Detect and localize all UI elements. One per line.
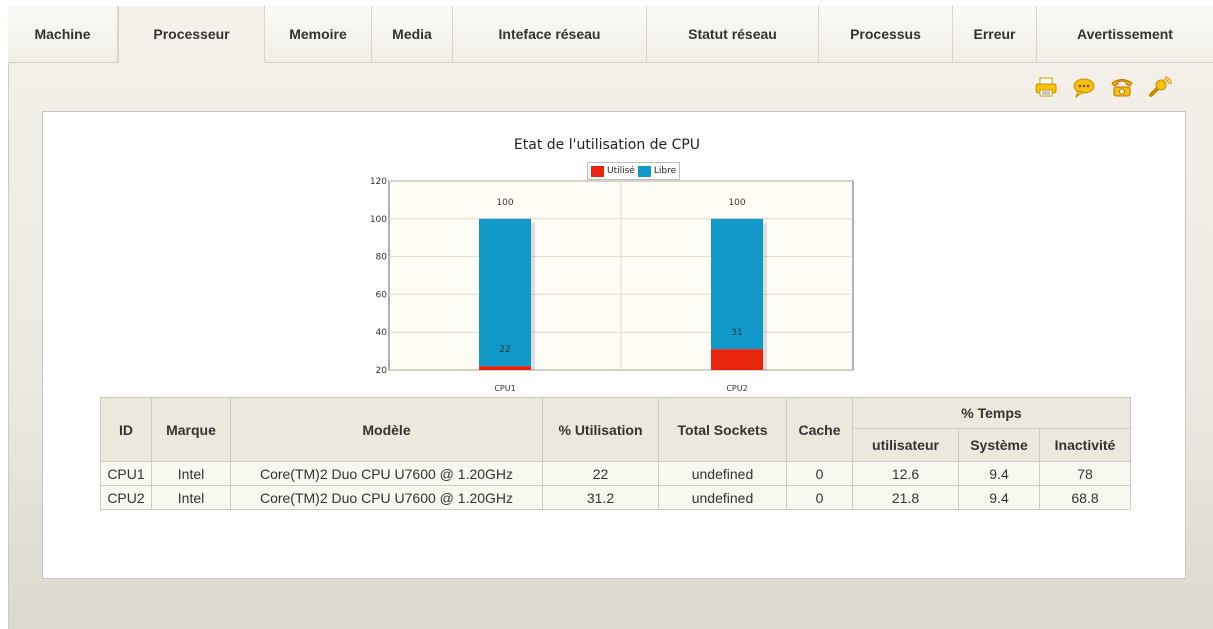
y-tick-label: 120: [370, 177, 387, 187]
x-tick-label: CPU1: [494, 384, 515, 393]
cpu-usage-chart: 20 40 60 80 100 120 100 22 CPU1 100 31 CPU2: [370, 177, 854, 393]
cell-inactivite: 78: [1039, 461, 1131, 486]
bar-utilise: [711, 349, 763, 370]
y-tick-label: 60: [376, 290, 388, 300]
col-marque: Marque: [151, 397, 231, 462]
data-label-utilise: 22: [499, 345, 510, 355]
col-sockets: Total Sockets: [658, 397, 787, 462]
cell-id: CPU2: [100, 485, 152, 510]
y-tick-label: 20: [376, 366, 388, 376]
cell-sockets: undefined: [658, 461, 787, 486]
cell-cache: 0: [786, 485, 853, 510]
cell-utilisation: 22: [542, 461, 659, 486]
y-tick-label: 40: [376, 328, 388, 338]
cell-modele: Core(TM)2 Duo CPU U7600 @ 1.20GHz: [230, 485, 543, 510]
col-inactivite: Inactivité: [1039, 428, 1131, 462]
col-temps: % Temps: [852, 397, 1131, 429]
cpu-table: ID Marque Modèle % Utilisation Total Soc…: [100, 397, 1131, 510]
col-utilisation: % Utilisation: [542, 397, 659, 462]
cell-marque: Intel: [151, 461, 231, 486]
cell-utilisateur: 12.6: [852, 461, 959, 486]
x-tick-label: CPU2: [726, 384, 747, 393]
data-label-libre: 100: [728, 198, 745, 208]
bar-utilise: [479, 366, 531, 370]
cell-marque: Intel: [151, 485, 231, 510]
cell-utilisateur: 21.8: [852, 485, 959, 510]
cell-inactivite: 68.8: [1039, 485, 1131, 510]
cell-sockets: undefined: [658, 485, 787, 510]
data-label-utilise: 31: [731, 328, 742, 338]
y-tick-label: 80: [376, 253, 388, 263]
col-systeme: Système: [958, 428, 1040, 462]
cell-systeme: 9.4: [958, 485, 1040, 510]
table-row: CPU2 Intel Core(TM)2 Duo CPU U7600 @ 1.2…: [100, 485, 1131, 510]
col-utilisateur: utilisateur: [852, 428, 959, 462]
cell-modele: Core(TM)2 Duo CPU U7600 @ 1.20GHz: [230, 461, 543, 486]
col-cache: Cache: [786, 397, 853, 462]
bar-libre: [479, 218, 531, 367]
col-modele: Modèle: [230, 397, 543, 462]
cell-systeme: 9.4: [958, 461, 1040, 486]
cell-utilisation: 31.2: [542, 485, 659, 510]
y-tick-label: 100: [370, 215, 387, 225]
cell-id: CPU1: [100, 461, 152, 486]
data-label-libre: 100: [496, 198, 513, 208]
cell-cache: 0: [786, 461, 853, 486]
col-id: ID: [100, 397, 152, 462]
table-row: CPU1 Intel Core(TM)2 Duo CPU U7600 @ 1.2…: [100, 461, 1131, 486]
